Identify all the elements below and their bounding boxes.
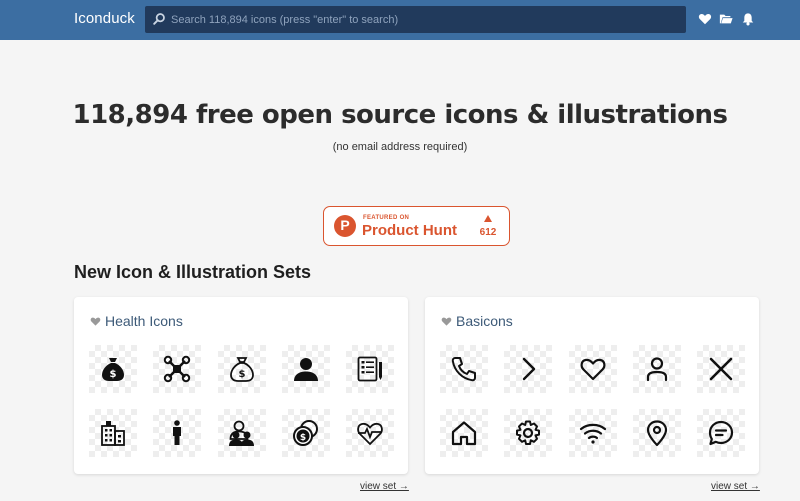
icon-tile[interactable] [153,409,201,457]
icon-tile[interactable] [569,345,617,393]
money-bag-icon: $ [102,358,124,381]
product-hunt-logo: P [334,215,356,237]
coins-icon: $ [293,420,318,446]
user-icon [646,357,668,382]
icon-tile[interactable] [633,345,681,393]
medical-report-icon [357,356,382,382]
icon-grid [440,345,746,457]
home-icon [451,421,477,446]
search-icon [153,13,165,25]
icon-tile[interactable] [218,409,266,457]
icon-tile[interactable]: $ [282,409,330,457]
close-icon [709,357,733,381]
upvote-arrow-icon [484,215,492,222]
drone-icon [163,355,191,383]
wifi-icon [579,423,607,444]
hospital-building-icon [101,421,125,446]
icon-tile[interactable] [697,409,745,457]
view-set-link-basicons[interactable]: view set → [711,481,760,492]
standing-person-icon [173,420,181,445]
chevron-right-icon [522,357,536,381]
phone-icon [451,357,476,382]
icon-tile[interactable] [697,345,745,393]
folder-icon[interactable] [719,12,733,26]
set-title: Health Icons [105,313,183,329]
group-icon [229,420,254,446]
icon-tile[interactable] [346,345,394,393]
svg-text:$: $ [300,433,306,443]
set-title: Basicons [456,313,513,329]
icon-tile[interactable] [569,409,617,457]
icon-tile[interactable] [89,409,137,457]
location-pin-icon [646,420,668,447]
svg-text:$: $ [239,369,246,380]
favorite-heart-icon[interactable] [441,316,452,327]
heart-outline-icon [580,358,606,381]
icon-tile[interactable] [153,345,201,393]
money-bag-outline-icon: $ [230,357,254,382]
icon-tile[interactable] [346,409,394,457]
icon-tile[interactable] [440,345,488,393]
icon-tile[interactable] [440,409,488,457]
section-title: New Icon & Illustration Sets [74,262,312,282]
heart-pulse-icon [357,422,383,446]
icon-set-card-health-icons: Health Icons $ $ $ [74,297,408,474]
view-set-link-health-icons[interactable]: view set → [360,481,409,492]
search-bar[interactable] [145,6,686,33]
settings-icon [516,420,540,445]
product-hunt-featured-label: FEATURED ON [363,215,410,221]
person-icon [294,358,318,381]
svg-text:$: $ [110,369,117,380]
product-hunt-badge[interactable]: P FEATURED ON Product Hunt 612 [323,206,510,246]
product-hunt-name: Product Hunt [362,222,457,239]
icon-tile[interactable]: $ [89,345,137,393]
page-subtitle: (no email address required) [332,141,468,153]
icon-tile[interactable] [282,345,330,393]
heart-icon[interactable] [698,12,712,26]
chat-bubble-icon [708,420,734,446]
search-input[interactable] [171,6,676,33]
top-navigation-bar: Iconduck [0,0,800,40]
icon-tile[interactable]: $ [218,345,266,393]
brand-logo[interactable]: Iconduck [74,10,135,27]
favorite-heart-icon[interactable] [90,316,101,327]
upvote-count: 612 [479,227,497,238]
page-title: 118,894 free open source icons & illustr… [72,100,728,130]
icon-tile[interactable] [504,409,552,457]
icon-grid: $ $ $ [89,345,395,457]
icon-tile[interactable] [504,345,552,393]
bell-icon[interactable] [741,12,755,26]
icon-set-card-basicons: Basicons [425,297,759,474]
icon-tile[interactable] [633,409,681,457]
